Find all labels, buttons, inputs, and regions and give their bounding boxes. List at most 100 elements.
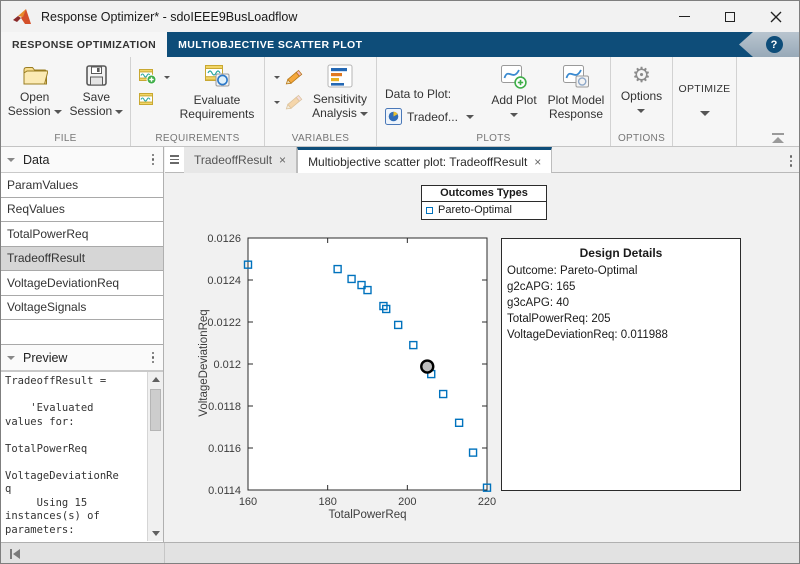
document-tab-menu-icon[interactable] bbox=[787, 152, 796, 170]
panel-grip-button[interactable] bbox=[165, 147, 184, 173]
minimize-button[interactable] bbox=[661, 1, 707, 32]
tab-response-optimization[interactable]: RESPONSE OPTIMIZATION bbox=[1, 32, 167, 57]
sensitivity-analysis-label-2: Analysis bbox=[312, 106, 357, 120]
options-dropdown-icon bbox=[637, 109, 645, 113]
save-session-label-1: Save bbox=[83, 90, 110, 104]
section-options: ⚙ Options OPTIONS bbox=[611, 57, 673, 146]
doc-tab-scatter-plot-close-icon[interactable]: × bbox=[534, 155, 541, 169]
svg-text:0.0126: 0.0126 bbox=[207, 233, 241, 245]
preview-scrollbar[interactable] bbox=[147, 372, 163, 541]
options-button[interactable]: ⚙ Options bbox=[611, 57, 672, 117]
svg-text:0.012: 0.012 bbox=[213, 359, 241, 371]
data-panel-header: Data bbox=[1, 147, 163, 173]
collapse-ribbon-button[interactable] bbox=[771, 133, 785, 144]
edit-variable-disabled-button[interactable] bbox=[271, 94, 304, 111]
open-session-dropdown-icon bbox=[54, 110, 62, 114]
add-plot-icon bbox=[500, 64, 528, 90]
data-panel-collapse-icon[interactable] bbox=[7, 158, 15, 162]
svg-text:0.0122: 0.0122 bbox=[207, 317, 241, 329]
status-bar-divider bbox=[164, 543, 165, 563]
toolstrip: Open Session Save Session FILE bbox=[1, 57, 799, 147]
sensitivity-analysis-button[interactable]: Sensitivity Analysis bbox=[304, 57, 376, 120]
section-file-label: FILE bbox=[1, 133, 130, 144]
scroll-down-button[interactable] bbox=[148, 526, 164, 541]
open-folder-icon bbox=[22, 64, 48, 87]
y-axis-label: VoltageDeviationReq bbox=[198, 298, 210, 428]
window-title: Response Optimizer* - sdoIEEE9BusLoadflo… bbox=[41, 10, 297, 24]
section-options-label: OPTIONS bbox=[611, 133, 672, 144]
data-list: ParamValues ReqValues TotalPowerReq Trad… bbox=[1, 173, 163, 345]
show-requirement-button[interactable] bbox=[139, 93, 170, 106]
doc-tab-scatter-plot[interactable]: Multiobjective scatter plot: TradeoffRes… bbox=[297, 147, 552, 173]
doc-tab-tradeoffresult-label: TradeoffResult bbox=[194, 153, 272, 167]
requirement-add-icon bbox=[139, 69, 157, 85]
data-item-totalpowerreq[interactable]: TotalPowerReq bbox=[1, 222, 163, 247]
close-icon bbox=[770, 11, 782, 23]
section-requirements: Evaluate Requirements REQUIREMENTS bbox=[131, 57, 265, 146]
open-session-label-1: Open bbox=[20, 90, 49, 104]
skip-to-start-icon[interactable] bbox=[8, 548, 22, 560]
doc-tab-tradeoffresult-close-icon[interactable]: × bbox=[279, 153, 286, 167]
add-plot-dropdown-icon bbox=[510, 113, 518, 117]
section-file: Open Session Save Session FILE bbox=[1, 57, 131, 146]
maximize-button[interactable] bbox=[707, 1, 753, 32]
preview-panel-menu-icon[interactable] bbox=[149, 349, 158, 367]
data-to-plot-dropdown[interactable]: Tradeof... bbox=[385, 108, 485, 125]
options-label: Options bbox=[621, 89, 662, 103]
evaluate-requirements-label-2: Requirements bbox=[180, 107, 255, 121]
data-to-plot-value: Tradeof... bbox=[407, 110, 458, 124]
close-button[interactable] bbox=[753, 1, 799, 32]
legend-entry-pareto-optimal[interactable]: Pareto-Optimal bbox=[422, 202, 546, 219]
preview-panel-collapse-icon[interactable] bbox=[7, 356, 15, 360]
new-requirement-button[interactable] bbox=[139, 69, 170, 85]
evaluate-requirements-button[interactable]: Evaluate Requirements bbox=[170, 57, 264, 121]
data-item-voltagedeviationreq[interactable]: VoltageDeviationReq bbox=[1, 271, 163, 296]
panel-grip-strip bbox=[165, 147, 184, 542]
document-area: TradeoffResult × Multiobjective scatter … bbox=[184, 147, 800, 542]
tab-multiobjective-scatter-plot-label: MULTIOBJECTIVE SCATTER PLOT bbox=[178, 39, 362, 51]
scroll-up-button[interactable] bbox=[148, 372, 164, 387]
sensitivity-analysis-icon bbox=[327, 64, 353, 89]
section-plots-label: PLOTS bbox=[377, 133, 610, 144]
data-item-tradeoffresult[interactable]: TradeoffResult bbox=[1, 247, 163, 272]
data-item-paramvalues[interactable]: ParamValues bbox=[1, 173, 163, 198]
evaluate-requirements-icon bbox=[202, 64, 232, 90]
preview-panel-header: Preview bbox=[1, 345, 163, 371]
data-item-empty bbox=[1, 320, 163, 345]
title-bar: Response Optimizer* - sdoIEEE9BusLoadflo… bbox=[1, 1, 799, 32]
scatter-plot-document: 1601802002200.01140.01160.01180.0120.012… bbox=[184, 173, 800, 542]
tab-response-optimization-label: RESPONSE OPTIMIZATION bbox=[12, 39, 156, 51]
evaluate-requirements-label-1: Evaluate bbox=[194, 93, 241, 107]
optimize-dropdown-icon bbox=[700, 111, 710, 116]
pencil-icon bbox=[284, 69, 304, 86]
tab-multiobjective-scatter-plot[interactable]: MULTIOBJECTIVE SCATTER PLOT bbox=[167, 32, 373, 57]
scroll-thumb[interactable] bbox=[150, 389, 161, 431]
svg-text:220: 220 bbox=[478, 496, 496, 508]
status-bar bbox=[1, 542, 799, 563]
minimize-icon bbox=[679, 16, 690, 17]
design-details-panel: Design Details Outcome: Pareto-Optimal g… bbox=[501, 238, 741, 491]
plot-model-response-icon bbox=[562, 64, 590, 90]
plot-model-response-label-2: Response bbox=[549, 107, 603, 121]
svg-text:180: 180 bbox=[318, 496, 336, 508]
add-plot-label: Add Plot bbox=[491, 93, 536, 107]
open-session-button[interactable]: Open Session bbox=[8, 57, 62, 118]
data-panel-title: Data bbox=[23, 153, 49, 167]
maximize-icon bbox=[725, 12, 735, 22]
data-panel-menu-icon[interactable] bbox=[149, 151, 158, 169]
data-item-reqvalues[interactable]: ReqValues bbox=[1, 198, 163, 223]
save-session-button[interactable]: Save Session bbox=[70, 57, 124, 118]
doc-tab-scatter-plot-label: Multiobjective scatter plot: TradeoffRes… bbox=[308, 155, 527, 169]
edit-variable-button[interactable] bbox=[271, 69, 304, 86]
scroll-down-icon bbox=[152, 531, 160, 536]
doc-tab-tradeoffresult[interactable]: TradeoffResult × bbox=[184, 147, 297, 173]
plot-model-response-button[interactable]: Plot Model Response bbox=[543, 57, 609, 121]
section-variables: Sensitivity Analysis VARIABLES bbox=[265, 57, 377, 146]
data-item-voltagesignals[interactable]: VoltageSignals bbox=[1, 296, 163, 321]
add-plot-button[interactable]: Add Plot bbox=[485, 57, 543, 121]
section-plots: Data to Plot: Tradeof... bbox=[377, 57, 611, 146]
optimize-button[interactable]: OPTIMIZE bbox=[673, 57, 736, 116]
help-button[interactable]: ? bbox=[766, 36, 783, 53]
svg-text:0.0124: 0.0124 bbox=[207, 275, 241, 287]
section-variables-label: VARIABLES bbox=[265, 133, 376, 144]
